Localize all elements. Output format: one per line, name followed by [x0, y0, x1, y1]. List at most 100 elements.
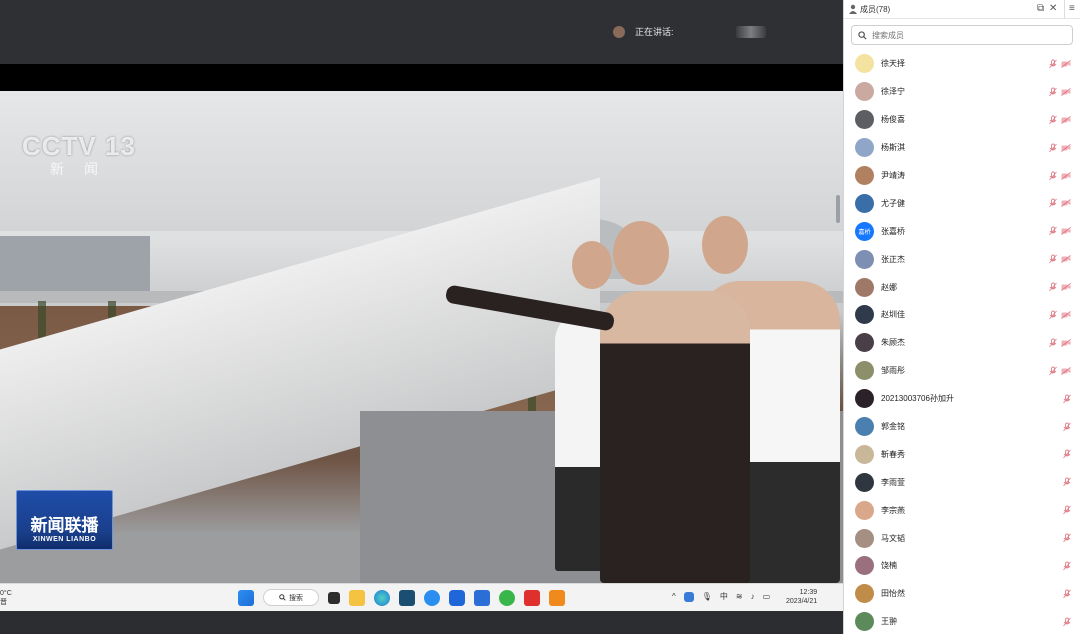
camera-off-icon[interactable]	[1061, 199, 1071, 208]
member-search-input[interactable]	[872, 30, 1052, 40]
close-icon[interactable]: ✕	[1049, 3, 1057, 15]
member-row[interactable]: 20213003706孙加升	[844, 385, 1080, 413]
member-name: 李宗燕	[881, 505, 905, 515]
popout-icon[interactable]: ⧉	[1037, 3, 1044, 15]
member-row[interactable]: 杨俊喜	[844, 106, 1080, 134]
camera-off-icon[interactable]	[1061, 311, 1071, 319]
member-row[interactable]: 郭金铭	[844, 413, 1080, 441]
tray-app-icon[interactable]	[683, 591, 694, 602]
muted-microphone-icon[interactable]	[1048, 87, 1058, 97]
microphone-icon[interactable]: 🎙	[702, 592, 712, 601]
member-avatar	[855, 444, 874, 464]
member-row[interactable]: 田怡然	[844, 580, 1080, 608]
muted-microphone-icon[interactable]	[1062, 589, 1072, 599]
member-row[interactable]: 尹靖涛	[844, 162, 1080, 190]
chevron-up-icon[interactable]: ^	[672, 592, 676, 601]
volume-icon[interactable]: ♪	[751, 592, 755, 601]
member-row[interactable]: 邹雨彤	[844, 357, 1080, 385]
wifi-icon[interactable]: ≋	[736, 592, 743, 601]
input-method-indicator[interactable]: 中	[720, 591, 728, 602]
muted-microphone-icon[interactable]	[1048, 143, 1058, 153]
member-name: 王翀	[881, 617, 897, 627]
member-row[interactable]: 靳春秀	[844, 440, 1080, 468]
member-avatar	[855, 138, 874, 158]
member-row[interactable]: 李宗燕	[844, 496, 1080, 524]
file-explorer-icon[interactable]	[349, 589, 365, 606]
member-row[interactable]: 徐泽宁	[844, 78, 1080, 106]
muted-microphone-icon[interactable]	[1048, 366, 1058, 376]
muted-microphone-icon[interactable]	[1048, 59, 1058, 69]
member-row[interactable]: 赵圳佳	[844, 301, 1080, 329]
member-row[interactable]: 杨斯淇	[844, 134, 1080, 162]
member-row[interactable]: 马文韬	[844, 524, 1080, 552]
member-row[interactable]: 张正杰	[844, 245, 1080, 273]
wechat-icon[interactable]	[499, 589, 515, 606]
menu-icon[interactable]: ≡	[1069, 3, 1075, 15]
muted-microphone-icon[interactable]	[1048, 171, 1058, 181]
media-player-icon[interactable]	[549, 589, 565, 606]
muted-microphone-icon[interactable]	[1048, 338, 1058, 348]
windows-taskbar: 0°C 晋 搜索 ^ 🎙 中 ≋ ♪ ▭ 12:39 2023/4/21	[0, 583, 843, 611]
camera-off-icon[interactable]	[1061, 60, 1071, 68]
member-avatar	[855, 500, 874, 520]
muted-microphone-icon[interactable]	[1062, 449, 1072, 459]
cctv-channel-name: 新闻	[50, 161, 118, 177]
video-scrollbar[interactable]	[836, 195, 840, 223]
weather-widget[interactable]: 0°C 晋	[0, 589, 12, 607]
camera-off-icon[interactable]	[1061, 143, 1071, 152]
app-icon-blue[interactable]	[424, 589, 440, 606]
member-avatar	[855, 417, 874, 437]
app-icon-l[interactable]	[449, 589, 465, 606]
member-avatar	[855, 612, 874, 632]
muted-microphone-icon[interactable]	[1062, 477, 1072, 487]
muted-microphone-icon[interactable]	[1062, 505, 1072, 515]
member-row[interactable]: 饶楠	[844, 552, 1080, 580]
member-search[interactable]	[851, 25, 1073, 45]
camera-off-icon[interactable]	[1061, 227, 1071, 236]
windows-start-icon[interactable]	[238, 589, 254, 606]
member-avatar	[855, 584, 874, 604]
camera-off-icon[interactable]	[1061, 88, 1071, 96]
member-row[interactable]: 尤子健	[844, 189, 1080, 217]
member-row[interactable]: 朱顾杰	[844, 329, 1080, 357]
edge-browser-icon[interactable]	[374, 589, 390, 606]
muted-microphone-icon[interactable]	[1048, 254, 1058, 264]
member-avatar	[855, 54, 874, 74]
muted-microphone-icon[interactable]	[1062, 617, 1072, 627]
camera-off-icon[interactable]	[1061, 255, 1071, 264]
camera-off-icon[interactable]	[1061, 366, 1071, 375]
camera-off-icon[interactable]	[1061, 339, 1071, 347]
member-name: 赵圳佳	[881, 310, 905, 320]
camera-off-icon[interactable]	[1061, 171, 1071, 180]
store-icon[interactable]	[399, 589, 415, 606]
member-name: 尹靖涛	[881, 171, 905, 180]
camera-off-icon[interactable]	[1061, 115, 1071, 124]
camera-off-icon[interactable]	[1061, 283, 1071, 291]
muted-microphone-icon[interactable]	[1048, 282, 1058, 292]
member-avatar: 嘉桥	[855, 221, 874, 241]
member-avatar	[855, 82, 874, 102]
task-view-icon[interactable]	[328, 591, 340, 604]
member-row[interactable]: 嘉桥 张嘉桥	[844, 217, 1080, 245]
member-avatar	[855, 166, 874, 185]
muted-microphone-icon[interactable]	[1048, 115, 1058, 125]
member-row[interactable]: 赵娜	[844, 273, 1080, 301]
wps-icon[interactable]	[524, 589, 540, 606]
member-row[interactable]: 王翀	[844, 608, 1080, 634]
battery-icon[interactable]: ▭	[763, 592, 771, 601]
member-name: 20213003706孙加升	[881, 394, 954, 404]
muted-microphone-icon[interactable]	[1062, 394, 1072, 404]
muted-microphone-icon[interactable]	[1062, 422, 1072, 432]
meeting-app-icon[interactable]	[474, 589, 490, 606]
taskbar-clock[interactable]: 12:39 2023/4/21	[786, 588, 817, 606]
member-name: 赵娜	[881, 282, 897, 292]
muted-microphone-icon[interactable]	[1062, 561, 1072, 571]
member-name: 杨俊喜	[881, 115, 905, 125]
muted-microphone-icon[interactable]	[1048, 198, 1058, 208]
muted-microphone-icon[interactable]	[1048, 226, 1058, 236]
member-row[interactable]: 李雨萱	[844, 468, 1080, 496]
member-row[interactable]: 徐天择	[844, 50, 1080, 78]
taskbar-search-button[interactable]: 搜索	[263, 589, 319, 606]
muted-microphone-icon[interactable]	[1062, 533, 1072, 543]
muted-microphone-icon[interactable]	[1048, 310, 1058, 320]
